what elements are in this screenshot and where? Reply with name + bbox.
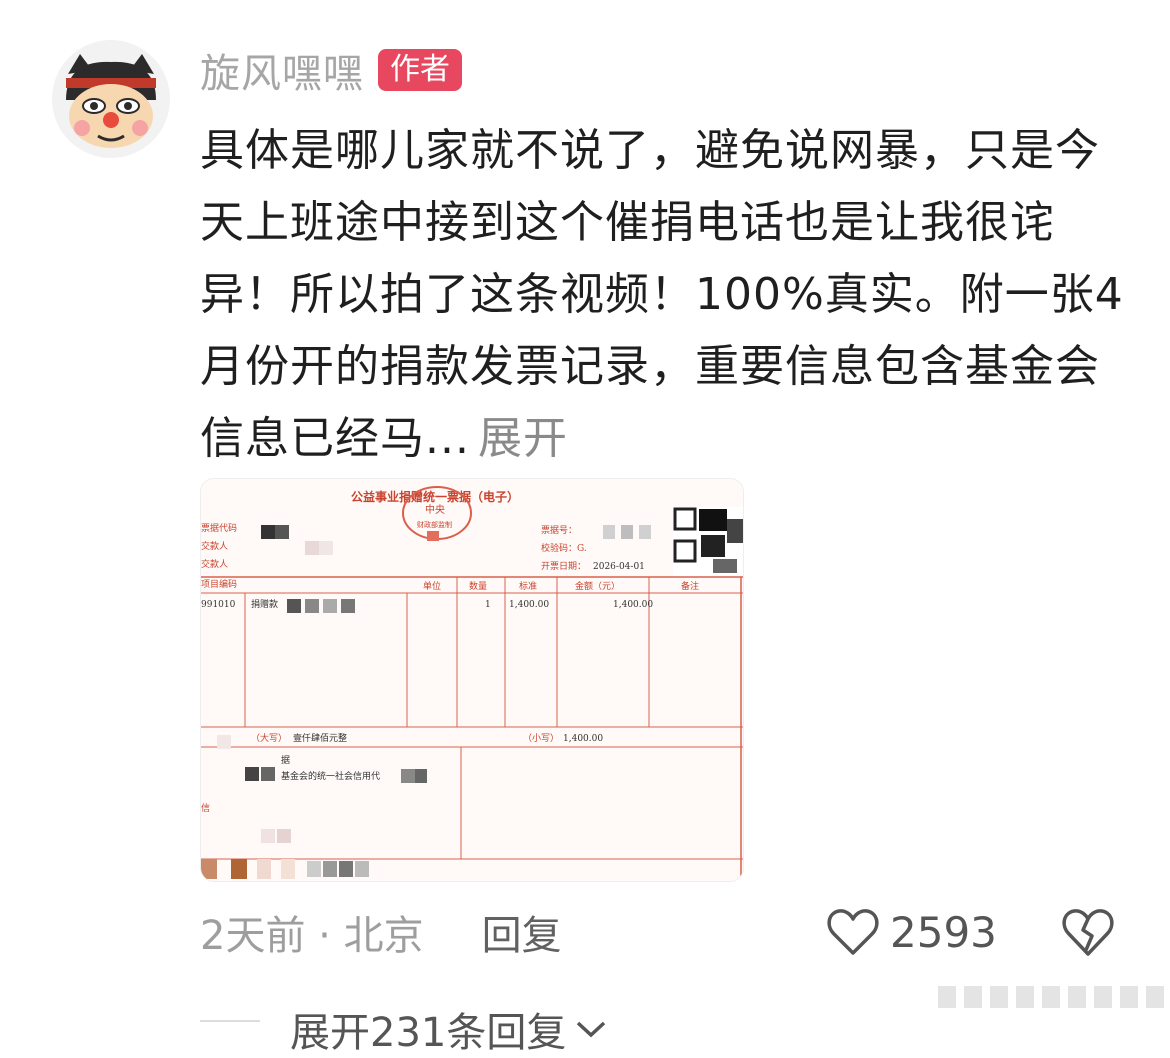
- label-payer: 交款人: [201, 540, 228, 552]
- row-item: 捐赠款: [251, 598, 278, 610]
- comment-meta: 2天前 · 北京 回复: [200, 902, 562, 962]
- label-issue-date: 开票日期：: [541, 561, 586, 572]
- col-note: 备注: [681, 580, 699, 592]
- heart-icon: [827, 909, 879, 955]
- row-code: 991010: [201, 600, 236, 610]
- cartoon-mask-avatar-icon: [52, 40, 170, 158]
- seal-text: 中央: [425, 503, 445, 516]
- row-std: 1,400.00: [509, 600, 549, 610]
- expand-replies-button[interactable]: 展开231条回复: [290, 1000, 608, 1058]
- label-receipt-code: 票据代码: [201, 522, 237, 534]
- row-amount: 1,400.00: [613, 600, 653, 610]
- comment-body: 具体是哪儿家就不说了，避免说网暴，只是今天上班途中接到这个催捐电话也是让我很诧异…: [200, 125, 1124, 464]
- reply-button[interactable]: 回复: [482, 903, 562, 961]
- total-upper-label: （大写）: [251, 732, 287, 744]
- chevron-down-icon: [577, 1021, 606, 1038]
- invoice-image[interactable]: 公益事业捐赠统一票据（电子） 中央 财政部监制 票据代码 交款人 交款人 项目编…: [200, 478, 744, 882]
- col-amount: 金额（元）: [575, 580, 620, 592]
- note-line2: 基金会的统一社会信用代: [281, 770, 380, 782]
- username[interactable]: 旋风嘿嘿: [200, 41, 364, 99]
- left-letter: 信: [201, 802, 210, 814]
- like-button[interactable]: 2593: [826, 902, 997, 962]
- comment-text: 具体是哪儿家就不说了，避免说网暴，只是今天上班途中接到这个催捐电话也是让我很诧异…: [200, 115, 1140, 475]
- expand-text-link[interactable]: 展开: [478, 413, 568, 464]
- comment-header: 旋风嘿嘿 作者: [200, 46, 462, 97]
- row-qty: 1: [485, 600, 491, 610]
- issue-date: 2026-04-01: [593, 562, 645, 572]
- dislike-button[interactable]: [1060, 904, 1116, 960]
- total-lower-label: （小写）: [523, 733, 559, 744]
- seal-sub: 财政部监制: [417, 520, 452, 529]
- broken-heart-icon: [1062, 909, 1114, 956]
- label-item-code: 项目编码: [201, 578, 237, 590]
- col-qty: 数量: [469, 580, 487, 592]
- author-badge: 作者: [378, 49, 462, 91]
- invoice-title: 公益事业捐赠统一票据（电子）: [351, 489, 519, 504]
- label-payer-2: 交款人: [201, 558, 228, 570]
- time-location: 2天前 · 北京: [200, 913, 424, 959]
- expand-replies-label: 展开231条回复: [290, 1010, 567, 1056]
- total-lower: 1,400.00: [563, 734, 603, 744]
- watermark: [938, 986, 1170, 1008]
- avatar[interactable]: [52, 40, 170, 158]
- label-check-code: 校验码：G.: [541, 542, 587, 554]
- note-line1: 据: [281, 754, 290, 766]
- donation-receipt-image: 公益事业捐赠统一票据（电子） 中央 财政部监制 票据代码 交款人 交款人 项目编…: [201, 479, 743, 881]
- col-std: 标准: [519, 580, 537, 592]
- divider: [200, 1020, 260, 1022]
- label-receipt-no: 票据号：: [541, 524, 577, 536]
- col-unit: 单位: [423, 580, 441, 592]
- total-upper: 壹仟肆佰元整: [293, 732, 347, 744]
- like-count: 2593: [890, 907, 997, 957]
